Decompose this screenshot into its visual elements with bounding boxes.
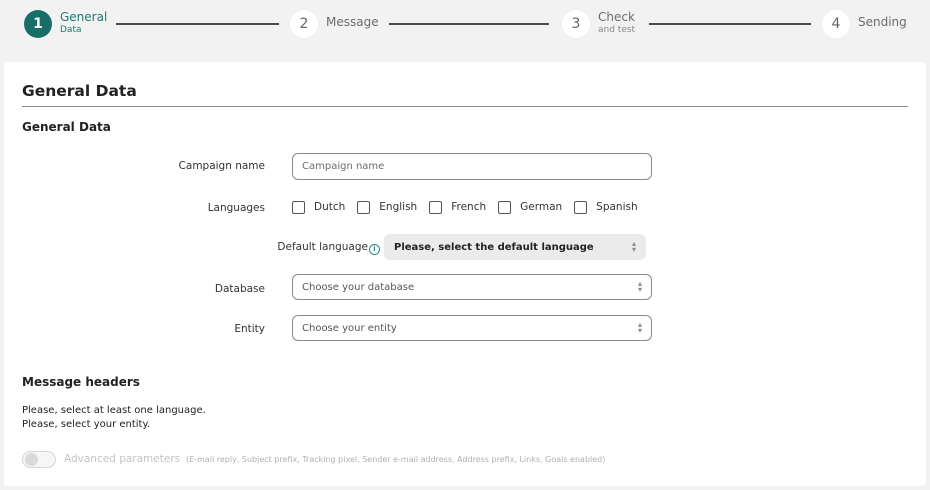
german-label: German bbox=[520, 201, 563, 213]
step-4-circle[interactable]: 4 bbox=[822, 10, 850, 38]
step-connector-2 bbox=[389, 23, 549, 25]
campaign-name-label: Campaign name bbox=[178, 160, 265, 172]
step-connector-3 bbox=[649, 23, 811, 25]
languages-group: Dutch English French German Spanish bbox=[292, 200, 650, 214]
step-4-title: Sending bbox=[858, 15, 907, 29]
language-option-spanish[interactable]: Spanish bbox=[574, 200, 638, 214]
entity-warning: Please, select your entity. bbox=[22, 419, 151, 430]
info-icon[interactable]: i bbox=[369, 243, 380, 255]
section-title-message-headers: Message headers bbox=[22, 375, 140, 389]
dutch-label: Dutch bbox=[314, 201, 346, 213]
language-option-german[interactable]: German bbox=[498, 200, 563, 214]
step-3-title: Check bbox=[598, 10, 635, 24]
step-1-title: General bbox=[60, 10, 108, 24]
step-3-subtitle: and test bbox=[598, 25, 636, 35]
step-1-subtitle: Data bbox=[60, 25, 82, 35]
database-select[interactable]: Choose your database ▴ ▾ bbox=[292, 274, 652, 300]
select-chevron-icon: ▴ ▾ bbox=[637, 320, 642, 335]
step-3-label[interactable]: Check and test bbox=[598, 11, 635, 36]
select-chevron-icon: ▴ ▾ bbox=[631, 239, 636, 254]
general-data-card: General Data General Data Campaign name … bbox=[4, 62, 926, 486]
step-connector-1 bbox=[116, 23, 279, 25]
entity-value: Choose your entity bbox=[302, 322, 397, 334]
select-chevron-icon: ▴ ▾ bbox=[637, 279, 642, 294]
step-2-circle[interactable]: 2 bbox=[290, 10, 318, 38]
database-value: Choose your database bbox=[302, 281, 415, 293]
default-language-text: Default language bbox=[277, 241, 368, 253]
wizard-stepper: 1 General Data 2 Message 3 Check and tes… bbox=[0, 0, 930, 50]
dutch-checkbox[interactable] bbox=[292, 200, 305, 214]
default-language-value: Please, select the default language bbox=[394, 241, 594, 253]
default-language-select[interactable]: Please, select the default language ▴ ▾ bbox=[384, 234, 646, 260]
language-option-english[interactable]: English bbox=[357, 200, 418, 214]
language-warning: Please, select at least one language. bbox=[22, 405, 206, 416]
default-language-label: Default language i bbox=[244, 241, 380, 255]
page-title: General Data bbox=[22, 82, 137, 100]
step-2-title: Message bbox=[326, 15, 379, 29]
section-title-general: General Data bbox=[22, 120, 111, 134]
database-label: Database bbox=[214, 283, 265, 295]
advanced-parameters-detail: (E-mail reply, Subject prefix, Tracking … bbox=[186, 455, 606, 464]
step-4-label[interactable]: Sending bbox=[858, 16, 907, 29]
campaign-name-input[interactable] bbox=[292, 153, 652, 180]
advanced-parameters-toggle[interactable] bbox=[22, 451, 56, 468]
english-checkbox[interactable] bbox=[357, 200, 371, 214]
title-divider bbox=[22, 106, 908, 107]
french-checkbox[interactable] bbox=[429, 200, 443, 214]
language-option-french[interactable]: French bbox=[429, 200, 487, 214]
french-label: French bbox=[451, 201, 487, 213]
german-checkbox[interactable] bbox=[498, 200, 512, 214]
languages-label: Languages bbox=[207, 202, 265, 214]
advanced-parameters-label: Advanced parameters bbox=[64, 453, 181, 465]
entity-select[interactable]: Choose your entity ▴ ▾ bbox=[292, 315, 652, 341]
toggle-knob bbox=[25, 453, 38, 466]
english-label: English bbox=[379, 201, 418, 213]
spanish-checkbox[interactable] bbox=[574, 200, 588, 214]
entity-label: Entity bbox=[234, 323, 265, 335]
spanish-label: Spanish bbox=[596, 201, 638, 213]
step-1-label[interactable]: General Data bbox=[60, 11, 107, 36]
step-1-circle[interactable]: 1 bbox=[24, 10, 52, 38]
step-2-label[interactable]: Message bbox=[326, 16, 379, 29]
language-option-dutch[interactable]: Dutch bbox=[292, 200, 346, 214]
step-3-circle[interactable]: 3 bbox=[562, 10, 590, 38]
